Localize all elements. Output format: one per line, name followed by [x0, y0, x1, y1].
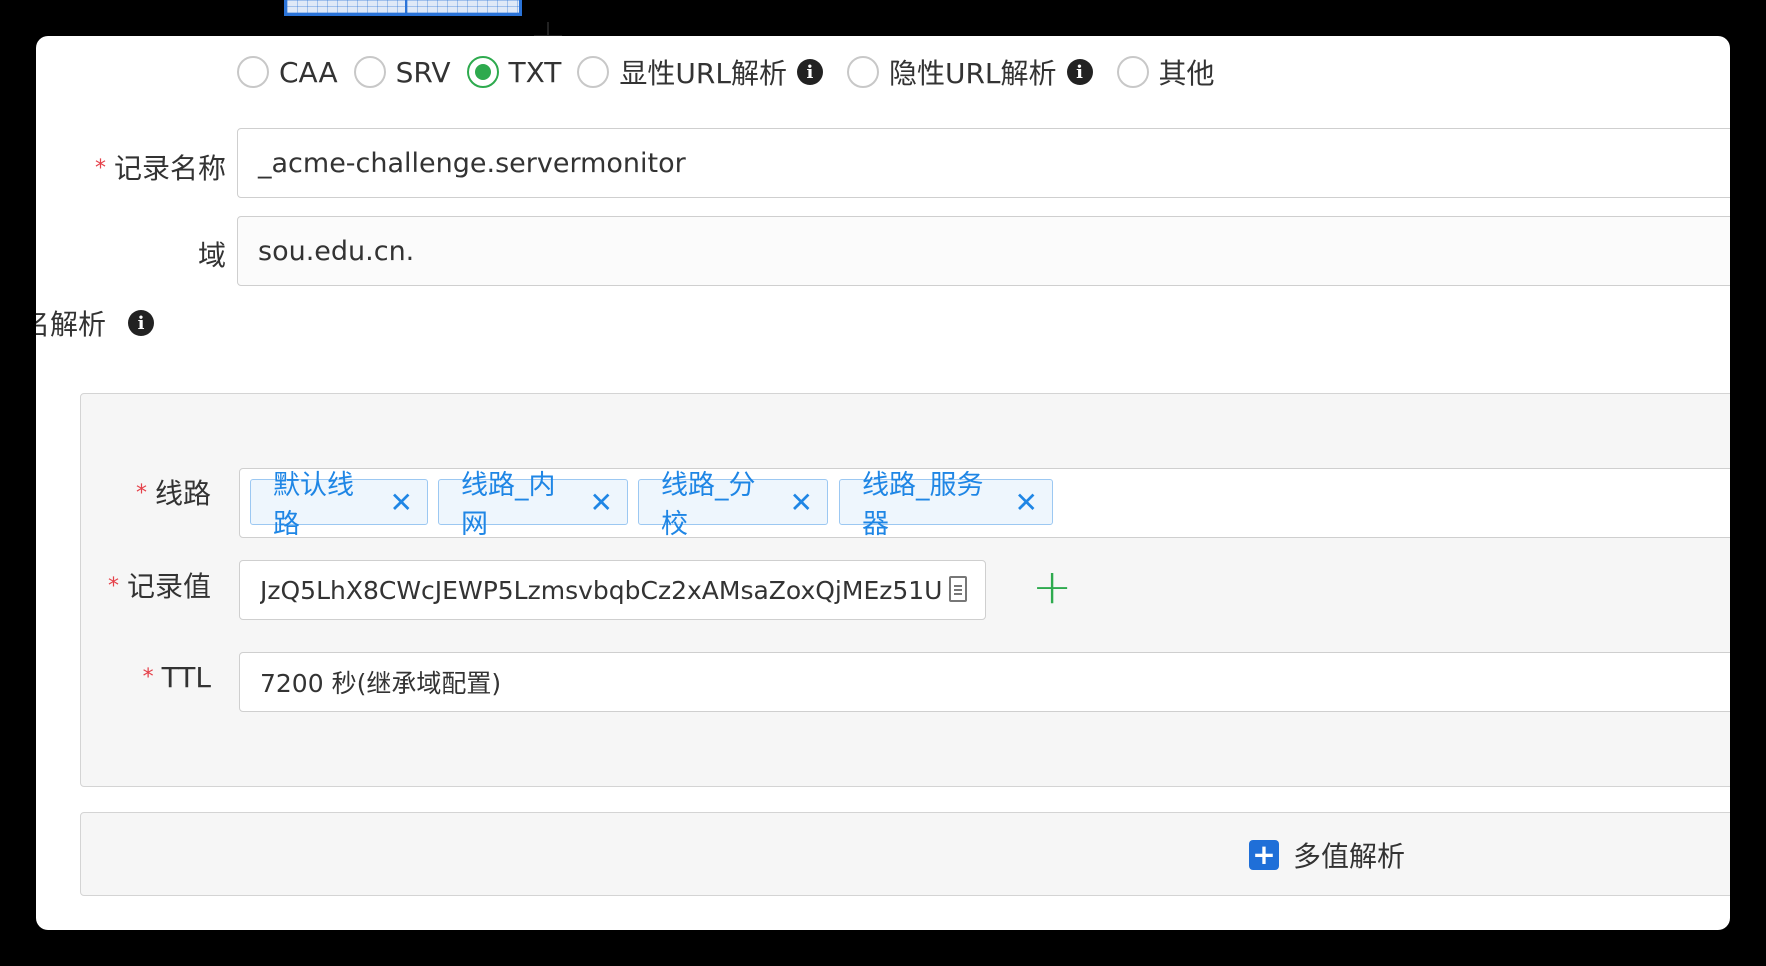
radio-button[interactable]: [577, 56, 610, 88]
record-value-label: * 记录值: [107, 570, 211, 603]
add-value-plus-icon[interactable]: +: [1032, 563, 1072, 611]
record-type-label: TXT: [508, 55, 562, 89]
remove-tag-icon[interactable]: ✕: [590, 486, 613, 519]
radio-button[interactable]: [466, 56, 499, 88]
domain-input: sou.edu.cn.: [237, 216, 1730, 286]
remove-tag-icon[interactable]: ✕: [390, 486, 413, 519]
info-icon[interactable]: i: [1066, 59, 1093, 85]
domain-label: 域: [197, 239, 226, 272]
record-type-label: CAA: [279, 55, 338, 89]
route-multiselect[interactable]: 默认线路 ✕ 线路_内网 ✕ 线路_分校 ✕ 线路_服务器 ✕: [239, 468, 1730, 540]
multi-value-button[interactable]: + 多值解析: [1249, 833, 1405, 877]
record-type-radio-group: CAA SRV TXT 显性URL解析 i 隐性URL解析 i 其他: [237, 36, 1231, 108]
record-type-option[interactable]: TXT: [466, 55, 562, 89]
route-tag: 线路_服务器 ✕: [839, 470, 1053, 540]
route-label: * 线路: [135, 477, 211, 510]
ttl-label: * TTL: [142, 661, 211, 694]
record-value-input[interactable]: JzQ5LhX8CWcJEWP5LzmsvbqbCz2xAMsaZoxQjMEz…: [239, 560, 986, 620]
info-icon[interactable]: i: [796, 59, 823, 85]
plus-square-icon: +: [1249, 840, 1279, 870]
record-type-label: 显性URL解析: [619, 57, 787, 90]
resolution-group-box: * 线路 默认线路 ✕ 线路_内网 ✕ 线路_分校 ✕ 线路_服务器 ✕ * 记录值 JzQ5Lh…: [80, 393, 1730, 787]
record-type-option[interactable]: SRV: [353, 55, 451, 89]
record-name-label: * 记录名称: [94, 152, 226, 185]
remove-tag-icon[interactable]: ✕: [1015, 486, 1038, 519]
ttl-select[interactable]: 7200 秒(继承域配置): [239, 652, 1730, 712]
record-type-option[interactable]: 隐性URL解析 i: [846, 52, 1101, 92]
remove-tag-icon[interactable]: ✕: [790, 486, 813, 519]
route-tag: 线路_内网 ✕: [438, 470, 628, 540]
thumbnail-preview: [284, 0, 522, 16]
record-type-label: 隐性URL解析: [888, 57, 1057, 90]
section-label: 名解析 i: [36, 298, 162, 348]
multi-value-bar: + 多值解析: [80, 812, 1730, 896]
record-type-option[interactable]: CAA: [237, 56, 338, 89]
route-tag: 默认线路 ✕: [250, 470, 428, 540]
record-type-option[interactable]: 其他: [1116, 52, 1215, 92]
radio-button[interactable]: [846, 56, 879, 88]
record-type-label: 其他: [1158, 57, 1215, 90]
dns-record-form: CAA SRV TXT 显性URL解析 i 隐性URL解析 i 其他 * 记录名称 _acme-…: [36, 36, 1730, 930]
radio-button[interactable]: [353, 56, 386, 88]
radio-button[interactable]: [1116, 56, 1149, 88]
record-name-input[interactable]: _acme-challenge.servermonitor: [237, 128, 1730, 198]
contact-card-icon[interactable]: [949, 576, 967, 602]
radio-button[interactable]: [237, 56, 269, 88]
record-type-option[interactable]: 显性URL解析 i: [577, 52, 831, 92]
route-tag: 线路_分校 ✕: [638, 470, 828, 540]
record-type-label: SRV: [395, 55, 451, 89]
info-icon[interactable]: i: [128, 310, 155, 336]
